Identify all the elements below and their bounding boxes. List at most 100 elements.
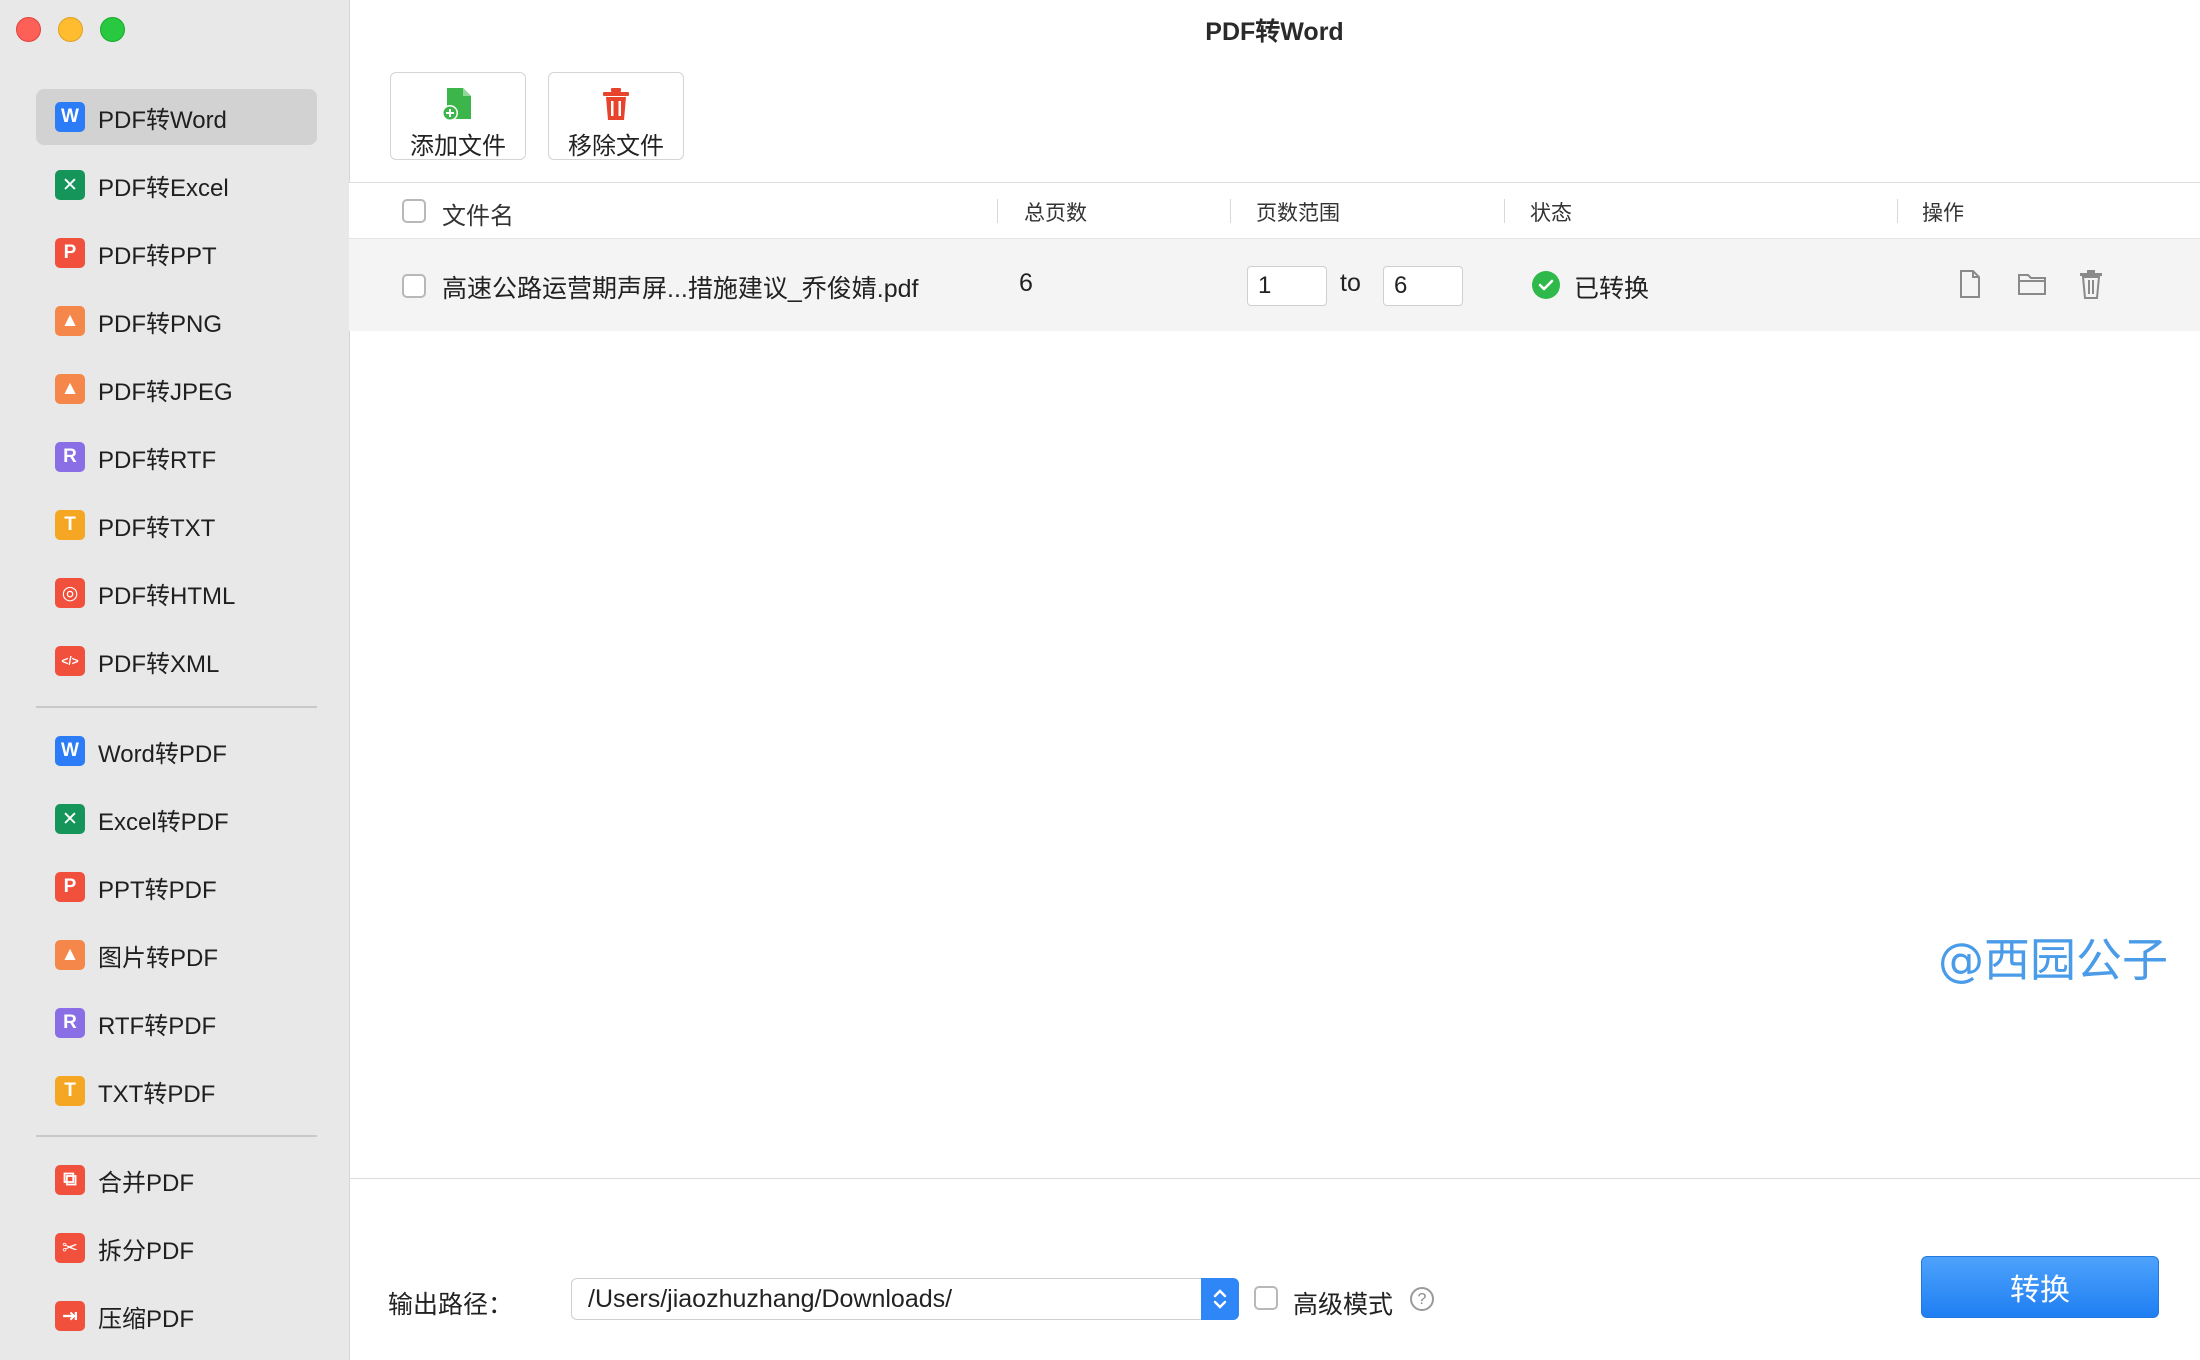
sidebar-item[interactable]: P PPT转PDF [36,859,317,915]
rtf-icon: R [55,442,85,472]
image-icon: ▲ [55,374,85,404]
sidebar-group-to-pdf: W Word转PDF ✕ Excel转PDF P PPT转PDF ▲ 图片转PDF R RTF转P… [36,723,317,1131]
remove-file-label: 移除文件 [568,133,664,160]
word-icon: W [55,102,85,132]
file-name: 高速公路运营期声屏...措施建议_乔俊婧.pdf [442,275,919,303]
sidebar-item[interactable]: T TXT转PDF [36,1063,317,1119]
sidebar-item-label: TXT转PDF [98,1080,216,1108]
sidebar-item[interactable]: ⧉ 合并PDF [36,1152,317,1208]
image-icon: ▲ [55,940,85,970]
sidebar-item[interactable]: T PDF转TXT [36,497,317,553]
sidebar-item[interactable]: R RTF转PDF [36,995,317,1051]
convert-button[interactable]: 转换 [1921,1256,2159,1318]
sidebar: W PDF转Word ✕ PDF转Excel P PDF转PPT ▲ PDF转PNG ▲ PDF转… [0,0,350,1360]
compress-icon: ⇥ [55,1301,85,1331]
sidebar-item-label: 图片转PDF [98,944,218,972]
sidebar-item-label: 拆分PDF [98,1237,194,1265]
output-path-select[interactable]: /Users/jiaozhuzhang/Downloads/ [571,1278,1239,1320]
sidebar-item[interactable]: R PDF转RTF [36,429,317,485]
sidebar-item-label: RTF转PDF [98,1012,217,1040]
sidebar-item-label: PDF转Word [98,106,227,134]
advanced-mode-checkbox[interactable] [1254,1286,1278,1310]
sidebar-item-label: PPT转PDF [98,876,217,904]
globe-icon: ◎ [55,578,85,608]
window-controls [16,17,125,42]
table-row[interactable]: 高速公路运营期声屏...措施建议_乔俊婧.pdf 6 1 to 6 已转换 [349,239,2200,331]
trash-icon [549,86,683,124]
add-file-button[interactable]: 添加文件 [390,72,526,160]
sidebar-item[interactable]: </> PDF转XML [36,633,317,689]
sidebar-divider [36,1135,317,1137]
ppt-icon: P [55,872,85,902]
sidebar-item[interactable]: ✕ PDF转Excel [36,157,317,213]
header-filename: 文件名 [442,203,514,230]
delete-row-icon[interactable] [2078,269,2104,304]
column-divider [1897,199,1898,223]
column-divider [997,199,998,223]
header-total-pages: 总页数 [1024,202,1087,225]
sidebar-divider [36,706,317,708]
sidebar-item-label: PDF转RTF [98,446,217,474]
sidebar-item-label: Word转PDF [98,740,227,768]
page-to-input[interactable]: 6 [1383,266,1463,306]
sidebar-item-label: PDF转Excel [98,174,229,202]
header-actions: 操作 [1922,202,1964,225]
remove-file-button[interactable]: 移除文件 [548,72,684,160]
watermark-text: @西园公子 [1938,933,2168,987]
add-file-label: 添加文件 [410,133,506,160]
sidebar-item-label: 合并PDF [98,1169,194,1197]
chevron-updown-icon[interactable] [1201,1278,1239,1320]
advanced-mode-label: 高级模式 [1293,1291,1394,1319]
image-icon: ▲ [55,306,85,336]
column-divider [1504,199,1505,223]
window-title: PDF转Word [1205,18,1344,46]
sidebar-item[interactable]: ⇥ 压缩PDF [36,1288,317,1344]
word-icon: W [55,736,85,766]
merge-icon: ⧉ [55,1165,85,1195]
sidebar-item[interactable]: W PDF转Word [36,89,317,145]
file-table: 文件名 总页数 页数范围 状态 操作 高速公路运营期声屏...措施建议_乔俊婧.… [349,182,2200,1179]
minimize-window-button[interactable] [58,17,83,42]
status-text: 已转换 [1574,275,1650,303]
sidebar-item-label: 压缩PDF [98,1305,194,1333]
add-file-icon [391,86,525,124]
sidebar-item[interactable]: ▲ 图片转PDF [36,927,317,983]
sidebar-item[interactable]: ◎ PDF转HTML [36,565,317,621]
txt-icon: T [55,510,85,540]
txt-icon: T [55,1076,85,1106]
open-folder-icon[interactable] [2017,272,2047,301]
sidebar-item[interactable]: ✂ 拆分PDF [36,1220,317,1276]
excel-icon: ✕ [55,170,85,200]
sidebar-item[interactable]: ✕ Excel转PDF [36,791,317,847]
sidebar-item[interactable]: P PDF转PPT [36,225,317,281]
sidebar-item[interactable]: ▲ PDF转PNG [36,293,317,349]
output-path-value: /Users/jiaozhuzhang/Downloads/ [588,1285,953,1313]
sidebar-item-label: PDF转HTML [98,582,236,610]
sidebar-item[interactable]: ▲ PDF转JPEG [36,361,317,417]
code-icon: </> [55,646,85,676]
scissors-icon: ✂ [55,1233,85,1263]
open-file-icon[interactable] [1958,269,1982,304]
close-window-button[interactable] [16,17,41,42]
zoom-window-button[interactable] [100,17,125,42]
ppt-icon: P [55,238,85,268]
help-icon[interactable]: ? [1410,1287,1434,1311]
column-divider [1230,199,1231,223]
sidebar-item-label: PDF转XML [98,650,220,678]
check-circle-icon [1532,271,1560,299]
row-checkbox[interactable] [402,274,426,298]
range-to-label: to [1340,269,1361,297]
sidebar-item-label: PDF转PNG [98,310,223,338]
sidebar-item[interactable]: W Word转PDF [36,723,317,779]
select-all-checkbox[interactable] [402,199,426,223]
header-status: 状态 [1530,202,1572,225]
output-path-label: 输出路径： [388,1291,514,1319]
total-pages: 6 [1019,269,1033,297]
table-header: 文件名 总页数 页数范围 状态 操作 [349,183,2200,239]
sidebar-item-label: PDF转JPEG [98,378,233,406]
sidebar-item-label: PDF转PPT [98,242,217,270]
footer-divider [349,1178,2200,1179]
sidebar-item-label: PDF转TXT [98,514,216,542]
page-from-input[interactable]: 1 [1247,266,1327,306]
rtf-icon: R [55,1008,85,1038]
